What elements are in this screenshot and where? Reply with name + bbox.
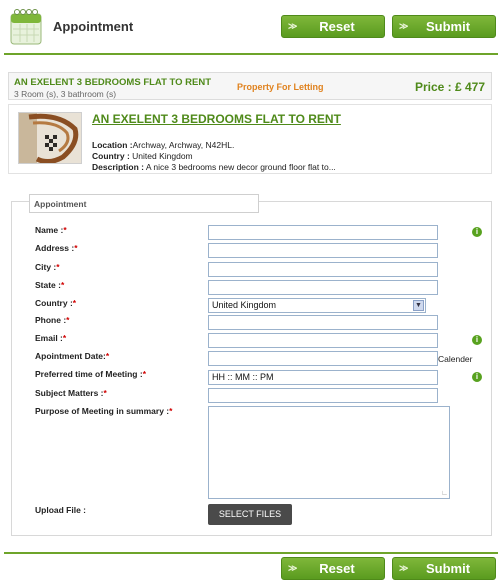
location-value: Archway, Archway, N42HL. xyxy=(132,140,235,150)
property-header: AN EXELENT 3 BEDROOMS FLAT TO RENT 3 Roo… xyxy=(8,72,492,100)
property-thumbnail[interactable] xyxy=(18,112,82,164)
property-type: Property For Letting xyxy=(237,82,324,92)
reset-button-bottom[interactable]: ≫ Reset xyxy=(281,557,385,580)
purpose-textarea[interactable]: ∟ xyxy=(208,406,450,499)
property-title-link[interactable]: AN EXELENT 3 BEDROOMS FLAT TO RENT xyxy=(92,112,341,126)
meeting-time-label: Preferred time of Meeting :* xyxy=(35,369,146,379)
arrow-right-icon: ≫ xyxy=(399,563,409,573)
property-description: Description : A nice 3 bedrooms new deco… xyxy=(92,162,336,172)
appointment-date-input[interactable] xyxy=(208,351,438,366)
country-select-value: United Kingdom xyxy=(212,300,277,310)
country-field-label: Country :* xyxy=(35,298,77,308)
arrow-right-icon: ≫ xyxy=(288,21,298,31)
city-input[interactable] xyxy=(208,262,438,277)
arrow-right-icon: ≫ xyxy=(288,563,298,573)
meeting-time-input[interactable]: HH :: MM :: PM xyxy=(208,370,438,385)
resize-handle-icon[interactable]: ∟ xyxy=(441,490,448,497)
header-divider xyxy=(4,53,498,55)
form-legend: Appointment xyxy=(29,194,259,213)
state-input[interactable] xyxy=(208,280,438,295)
property-card: AN EXELENT 3 BEDROOMS FLAT TO RENT Locat… xyxy=(8,104,492,174)
city-label: City :* xyxy=(35,262,60,272)
info-icon[interactable]: i xyxy=(472,335,482,345)
subject-label: Subject Matters :* xyxy=(35,388,107,398)
reset-button[interactable]: ≫ Reset xyxy=(281,15,385,38)
submit-button-bottom[interactable]: ≫ Submit xyxy=(392,557,496,580)
property-name-small: AN EXELENT 3 BEDROOMS FLAT TO RENT xyxy=(14,77,212,88)
submit-button[interactable]: ≫ Submit xyxy=(392,15,496,38)
state-label: State :* xyxy=(35,280,65,290)
property-location: Location :Archway, Archway, N42HL. xyxy=(92,140,234,150)
calendar-link[interactable]: Calender xyxy=(438,354,473,364)
info-icon[interactable]: i xyxy=(472,372,482,382)
appointment-date-label: Apointment Date:* xyxy=(35,351,110,361)
email-label: Email :* xyxy=(35,333,67,343)
subject-input[interactable] xyxy=(208,388,438,403)
location-label: Location : xyxy=(92,140,133,150)
address-input[interactable] xyxy=(208,243,438,258)
phone-label: Phone :* xyxy=(35,315,70,325)
upload-label: Upload File : xyxy=(35,505,86,515)
page-title: Appointment xyxy=(53,19,134,34)
description-label: Description : xyxy=(92,162,144,172)
property-price: Price : £ 477 xyxy=(414,80,485,94)
phone-input[interactable] xyxy=(208,315,438,330)
address-label: Address :* xyxy=(35,243,78,253)
name-input[interactable] xyxy=(208,225,438,240)
chevron-down-icon[interactable]: ▼ xyxy=(413,300,424,311)
purpose-label: Purpose of Meeting in summary :* xyxy=(35,406,173,416)
select-files-button[interactable]: SELECT FILES xyxy=(208,504,292,525)
calendar-icon xyxy=(8,4,44,48)
property-country: Country : United Kingdom xyxy=(92,151,193,161)
arrow-right-icon: ≫ xyxy=(399,21,409,31)
name-label: Name :* xyxy=(35,225,67,235)
country-select[interactable]: United Kingdom ▼ xyxy=(208,298,426,313)
country-label: Country : xyxy=(92,151,130,161)
email-input[interactable] xyxy=(208,333,438,348)
country-value: United Kingdom xyxy=(129,151,193,161)
info-icon[interactable]: i xyxy=(472,227,482,237)
description-value: A nice 3 bedrooms new decor ground floor… xyxy=(143,162,336,172)
footer-divider xyxy=(4,552,498,554)
property-rooms: 3 Room (s), 3 bathroom (s) xyxy=(14,89,117,99)
